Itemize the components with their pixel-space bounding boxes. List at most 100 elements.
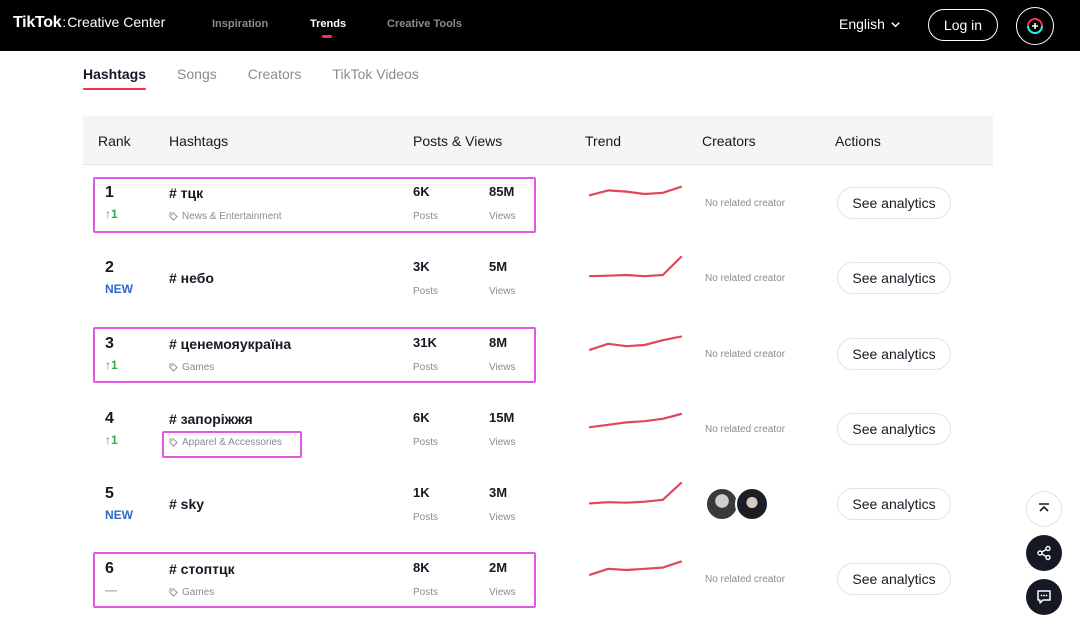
language-label: English <box>839 16 885 32</box>
rank-change: ↑1 <box>105 433 118 447</box>
chevron-down-icon <box>891 21 900 27</box>
creator-avatar[interactable] <box>735 487 769 521</box>
table-row: 1 ↑1 # тцк News & Entertainment 6K Posts 85M Vi… <box>83 165 993 240</box>
trend-sparkline <box>588 560 683 576</box>
brand-subtitle: Creative Center <box>67 14 166 30</box>
hashtag-name[interactable]: # тцк <box>169 185 203 201</box>
creative-center-badge-icon <box>1027 18 1043 34</box>
see-analytics-button[interactable]: See analytics <box>837 488 951 520</box>
rank-number: 6 <box>105 560 114 577</box>
creator-avatars[interactable] <box>705 487 769 521</box>
posts-count: 6K <box>413 184 430 199</box>
no-related-creator: No related creator <box>705 349 786 360</box>
trend-line <box>588 255 683 278</box>
rank-number: 1 <box>105 184 114 201</box>
tab-creators[interactable]: Creators <box>248 66 302 88</box>
trend-sparkline <box>588 335 683 351</box>
tag-icon <box>169 212 178 221</box>
tag-icon <box>169 438 178 447</box>
column-actions: Actions <box>835 133 881 149</box>
tab-tiktok-videos[interactable]: TikTok Videos <box>332 66 418 88</box>
nav-creative-tools[interactable]: Creative Tools <box>387 18 462 30</box>
rank-number: 3 <box>105 335 114 352</box>
rank-number: 4 <box>105 410 114 427</box>
rank-change: NEW <box>105 282 133 296</box>
profile-button[interactable] <box>1016 7 1054 45</box>
trend-line <box>588 481 683 505</box>
trend-sparkline <box>588 481 683 505</box>
feedback-chat-icon <box>1037 590 1051 604</box>
hashtag-name[interactable]: # ценемояукраїна <box>169 336 291 352</box>
posts-label: Posts <box>413 362 439 373</box>
industry-tag: Apparel & Accessories <box>169 437 282 448</box>
industry-tag: News & Entertainment <box>169 211 282 222</box>
back-to-top-button[interactable] <box>1026 491 1062 527</box>
brand-logo-text: TikTok <box>13 14 62 31</box>
posts-count: 6K <box>413 410 430 425</box>
tag-icon <box>169 363 178 372</box>
see-analytics-button[interactable]: See analytics <box>837 187 951 219</box>
column-posts-views: Posts & Views <box>413 133 503 149</box>
industry-label: Games <box>182 362 215 373</box>
column-rank: Rank <box>98 133 131 149</box>
views-label: Views <box>489 587 516 598</box>
hashtag-name[interactable]: # небо <box>169 270 214 286</box>
posts-label: Posts <box>413 437 439 448</box>
column-trend: Trend <box>585 133 622 149</box>
posts-count: 31K <box>413 335 437 350</box>
industry-label: Games <box>182 587 215 598</box>
industry-tag: Games <box>169 587 214 598</box>
trend-line <box>588 560 683 576</box>
trend-sparkline <box>588 412 683 429</box>
rank-change: NEW <box>105 508 133 522</box>
views-label: Views <box>489 211 516 222</box>
brand-separator: : <box>62 14 67 30</box>
rank-number: 5 <box>105 485 114 502</box>
table-row: 2 NEW # небо 3K Posts 5M Views No related creat… <box>83 240 993 315</box>
see-analytics-button[interactable]: See analytics <box>837 338 951 370</box>
posts-label: Posts <box>413 587 439 598</box>
views-count: 2M <box>489 560 508 575</box>
hashtag-name[interactable]: # запоріжжя <box>169 411 253 427</box>
login-button[interactable]: Log in <box>928 9 998 41</box>
rank-number: 2 <box>105 259 114 276</box>
posts-count: 1K <box>413 485 430 500</box>
views-count: 15M <box>489 410 515 425</box>
see-analytics-button[interactable]: See analytics <box>837 563 951 595</box>
rank-change: — <box>105 583 117 597</box>
views-label: Views <box>489 512 516 523</box>
table-row: 6 — # стоптцк Games 8K Posts 2M Views No related… <box>83 541 993 616</box>
table-row: 3 ↑1 # ценемояукраїна Games 31K Posts 8M Views N… <box>83 316 993 391</box>
share-button[interactable] <box>1026 535 1062 571</box>
back-to-top-icon <box>1039 503 1049 512</box>
nav-trends[interactable]: Trends <box>310 18 346 30</box>
language-selector[interactable]: English <box>839 16 901 32</box>
posts-count: 3K <box>413 259 430 274</box>
tab-songs[interactable]: Songs <box>177 66 217 88</box>
feedback-button[interactable] <box>1026 579 1062 615</box>
posts-label: Posts <box>413 512 439 523</box>
posts-count: 8K <box>413 560 430 575</box>
see-analytics-button[interactable]: See analytics <box>837 262 951 294</box>
no-related-creator: No related creator <box>705 273 786 284</box>
creator-avatar[interactable] <box>705 487 739 521</box>
trend-line <box>588 185 683 197</box>
see-analytics-button[interactable]: See analytics <box>837 413 951 445</box>
hashtag-name[interactable]: # sky <box>169 496 204 512</box>
trend-line <box>588 412 683 429</box>
views-label: Views <box>489 362 516 373</box>
views-label: Views <box>489 437 516 448</box>
industry-label: News & Entertainment <box>182 211 282 222</box>
brand-logo[interactable]: TikTok: Creative Center <box>13 14 165 32</box>
tag-icon <box>169 588 178 597</box>
table-row: 4 ↑1 # запоріжжя Apparel & Accessories 6K Pos… <box>83 391 993 466</box>
nav-inspiration[interactable]: Inspiration <box>212 18 268 30</box>
tab-hashtags[interactable]: Hashtags <box>83 66 147 90</box>
hashtag-name[interactable]: # стоптцк <box>169 561 235 577</box>
industry-tag: Games <box>169 362 214 373</box>
share-icon <box>1037 545 1051 561</box>
views-count: 8M <box>489 335 508 350</box>
no-related-creator: No related creator <box>705 424 786 435</box>
column-hashtags: Hashtags <box>169 133 229 149</box>
no-related-creator: No related creator <box>705 198 786 209</box>
